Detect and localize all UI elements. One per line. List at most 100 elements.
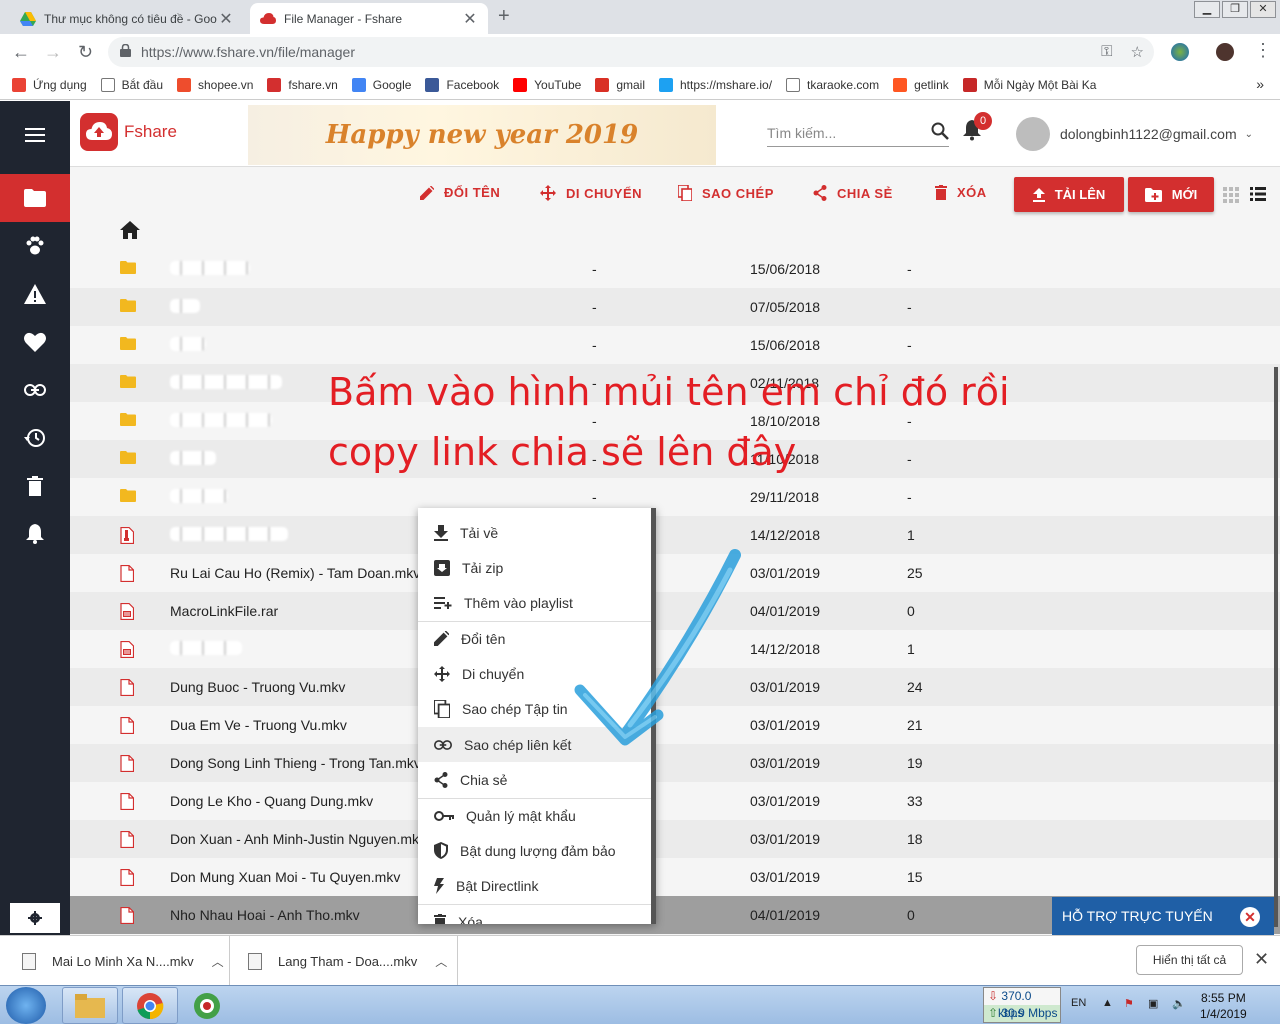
table-row[interactable]: - 07/05/2018 - (70, 288, 1280, 326)
bookmark-item[interactable]: Google (351, 77, 411, 92)
paw-icon[interactable] (0, 222, 70, 270)
system-clock[interactable]: 8:55 PM 1/4/2019 (1200, 990, 1247, 1022)
flag-icon[interactable]: ⚑ (1124, 997, 1134, 1010)
share-button[interactable]: CHIA SẺ (813, 185, 893, 201)
hamburger-menu-icon[interactable] (0, 111, 70, 159)
show-all-button[interactable]: Hiển thị tất cả (1136, 945, 1243, 975)
bookmark-item[interactable]: tkaraoke.com (786, 77, 879, 92)
file-explorer-icon[interactable] (62, 987, 118, 1024)
extension-icon[interactable] (1171, 43, 1189, 61)
search-icon[interactable] (931, 122, 949, 143)
bookmark-item[interactable]: gmail (595, 77, 645, 92)
copy-button[interactable]: SAO CHÉP (678, 185, 774, 201)
delete-button[interactable]: XÓA (935, 185, 987, 200)
list-view-icon[interactable] (1250, 187, 1266, 204)
file-name[interactable] (170, 412, 272, 430)
table-row[interactable]: - 15/06/2018 - (70, 326, 1280, 364)
table-row[interactable]: - 29/11/2018 - (70, 478, 1280, 516)
bookmark-item[interactable]: Bắt đầu (100, 77, 163, 92)
file-name[interactable]: MacroLinkFile.rar (170, 603, 278, 619)
file-name[interactable] (170, 450, 216, 468)
chevron-up-icon[interactable]: ︿ (212, 953, 224, 970)
trash-icon[interactable] (0, 462, 70, 510)
file-name[interactable]: Don Mung Xuan Moi - Tu Quyen.mkv (170, 869, 400, 885)
history-icon[interactable] (0, 414, 70, 462)
file-name[interactable] (170, 298, 200, 316)
download-item[interactable]: Lang Tham - Doa....mkv ︿ (230, 936, 458, 986)
table-row[interactable]: Dong Le Kho - Quang Dung.mkv 03/01/2019 33 (70, 782, 1280, 820)
menu-item-share[interactable]: Chia sẻ (418, 762, 651, 797)
upload-button[interactable]: TẢI LÊN (1014, 177, 1124, 212)
bookmark-item[interactable]: Facebook (425, 77, 499, 92)
key-icon[interactable]: ⚿ (1101, 43, 1112, 61)
user-menu[interactable]: dolongbinh1122@gmail.com ⌄ (1016, 117, 1253, 151)
menu-item-secure[interactable]: Bật dung lượng đảm bảo (418, 833, 651, 868)
tray-expand-icon[interactable]: ▲ (1102, 997, 1113, 1009)
scrollbar[interactable] (1274, 367, 1278, 927)
support-chat-widget[interactable]: HỖ TRỢ TRỰC TUYẾN ✕ (1052, 897, 1274, 935)
file-name[interactable] (170, 488, 228, 506)
bookmark-item[interactable]: Ứng dụng (12, 77, 87, 92)
close-icon[interactable]: ✕ (1254, 949, 1269, 970)
chrome-icon[interactable] (122, 987, 178, 1024)
file-name[interactable] (170, 640, 242, 658)
table-row[interactable]: - 15/06/2018 - (70, 250, 1280, 288)
bookmark-item[interactable]: fshare.vn (267, 77, 338, 92)
new-folder-button[interactable]: MỚI (1128, 177, 1214, 212)
close-window-icon[interactable]: ✕ (1250, 1, 1276, 18)
bookmark-star-icon[interactable]: ☆ (1131, 43, 1144, 61)
file-name[interactable]: Dua Em Ve - Truong Vu.mkv (170, 717, 347, 733)
menu-item-password[interactable]: Quản lý mật khẩu (418, 798, 651, 833)
table-row[interactable]: Don Xuan - Anh Minh-Justin Nguyen.mkv 03/… (70, 820, 1280, 858)
bookmark-item[interactable]: shopee.vn (177, 77, 253, 92)
reload-icon[interactable]: ↻ (78, 42, 93, 63)
start-button[interactable] (6, 987, 46, 1024)
bookmark-item[interactable]: YouTube (513, 77, 581, 92)
search-input[interactable]: Tìm kiếm... (767, 119, 949, 147)
file-name[interactable]: Nho Nhau Hoai - Anh Tho.mkv (170, 907, 360, 923)
heart-icon[interactable] (0, 318, 70, 366)
bookmark-item[interactable]: Mỗi Ngày Một Bài Ka (962, 77, 1096, 92)
move-button[interactable]: DI CHUYỂN (540, 185, 642, 201)
home-icon[interactable] (120, 221, 140, 242)
close-tab-icon[interactable]: ✕ (218, 9, 234, 29)
language-indicator[interactable]: EN (1071, 997, 1086, 1009)
file-name[interactable]: Dong Song Linh Thieng - Trong Tan.mkv (170, 755, 421, 771)
restore-icon[interactable]: ❐ (1222, 1, 1248, 18)
file-name[interactable]: Don Xuan - Anh Minh-Justin Nguyen.mkv (170, 831, 426, 847)
forward-icon[interactable]: → (44, 42, 62, 63)
tab-fshare[interactable]: File Manager - Fshare ✕ (250, 3, 488, 34)
minimize-icon[interactable]: ▁ (1194, 1, 1220, 18)
menu-item-delete[interactable]: Xóa (418, 904, 651, 924)
file-name[interactable]: Dong Le Kho - Quang Dung.mkv (170, 793, 373, 809)
bookmark-item[interactable]: https://mshare.io/ (659, 77, 772, 92)
app-icon[interactable] (182, 987, 232, 1024)
profile-avatar[interactable] (1216, 43, 1234, 61)
close-tab-icon[interactable]: ✕ (462, 9, 478, 29)
chevron-up-icon[interactable]: ︿ (435, 953, 447, 970)
file-name[interactable] (170, 260, 250, 278)
table-row[interactable]: Don Mung Xuan Moi - Tu Quyen.mkv 03/01/20… (70, 858, 1280, 896)
file-name[interactable]: Ru Lai Cau Ho (Remix) - Tam Doan.mkv (170, 565, 420, 581)
notification-bell-icon[interactable] (0, 510, 70, 558)
file-name[interactable] (170, 336, 206, 354)
new-tab-icon[interactable]: + (498, 5, 510, 28)
menu-dots-icon[interactable]: ⋮ (1254, 40, 1272, 61)
file-name[interactable] (170, 374, 282, 392)
file-name[interactable]: Dung Buoc - Truong Vu.mkv (170, 679, 345, 695)
more-bookmarks-icon[interactable]: » (1256, 76, 1264, 92)
network-icon[interactable]: ▣ (1148, 997, 1158, 1010)
settings-gear-icon[interactable] (10, 903, 60, 933)
rename-button[interactable]: ĐỔI TÊN (420, 185, 500, 200)
folder-nav-icon[interactable] (0, 174, 70, 222)
file-name[interactable] (170, 526, 288, 544)
link-icon[interactable] (0, 366, 70, 414)
close-icon[interactable]: ✕ (1240, 907, 1260, 927)
volume-icon[interactable]: 🔈 (1172, 997, 1186, 1010)
menu-item-directlink[interactable]: Bật Directlink (418, 868, 651, 903)
bookmark-item[interactable]: getlink (893, 77, 949, 92)
back-icon[interactable]: ← (12, 42, 30, 63)
grid-view-icon[interactable] (1223, 187, 1239, 206)
tab-google-drive[interactable]: Thư mục không có tiêu đề - Goo ✕ (10, 3, 244, 34)
omnibox[interactable]: https://www.fshare.vn/file/manager ⚿ ☆ (108, 37, 1154, 67)
